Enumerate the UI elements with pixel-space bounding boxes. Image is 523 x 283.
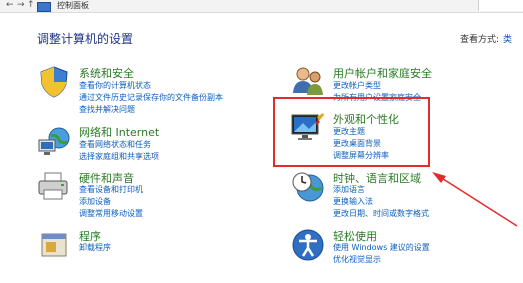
forward-arrow-icon[interactable]: → <box>17 0 25 11</box>
category-title[interactable]: 程序 <box>79 228 101 244</box>
category-title[interactable]: 系统和安全 <box>79 65 134 81</box>
view-by: 查看方式: 类 <box>460 32 512 45</box>
category-link[interactable]: 查找并解决问题 <box>79 105 135 115</box>
users-icon[interactable] <box>291 65 325 99</box>
address-bar: ← → ↑ 控制面板 <box>0 0 523 13</box>
programs-icon[interactable] <box>37 228 71 262</box>
category-link[interactable]: 优化视觉显示 <box>333 255 381 265</box>
view-by-label: 查看方式: <box>460 35 500 45</box>
category-link[interactable]: 添加设备 <box>79 197 111 207</box>
category-link[interactable]: 查看设备和打印机 <box>79 185 143 195</box>
category-link[interactable]: 调整常用移动设置 <box>79 209 143 219</box>
category-link[interactable]: 更改帐户类型 <box>333 81 381 91</box>
shield-icon[interactable] <box>37 65 71 99</box>
category-link[interactable]: 查看网络状态和任务 <box>79 140 151 150</box>
category-link[interactable]: 使用 Windows 建议的设置 <box>333 243 430 253</box>
up-arrow-icon[interactable]: ↑ <box>27 0 35 11</box>
breadcrumb[interactable]: 控制面板 <box>57 0 89 11</box>
search-box[interactable] <box>478 0 523 11</box>
clock-globe-icon[interactable] <box>291 170 325 204</box>
category-title[interactable]: 时钟、语言和区域 <box>333 170 421 186</box>
page-title: 调整计算机的设置 <box>37 32 134 46</box>
view-by-value[interactable]: 类 <box>503 35 512 45</box>
globe-network-icon[interactable] <box>37 124 71 158</box>
category-title[interactable]: 用户帐户和家庭安全 <box>333 65 432 81</box>
annotation-highlight-box <box>273 97 430 167</box>
category-title[interactable]: 硬件和声音 <box>79 170 134 186</box>
back-arrow-icon[interactable]: ← <box>6 0 14 11</box>
category-title[interactable]: 轻松使用 <box>333 228 377 244</box>
category-link[interactable]: 卸载程序 <box>79 243 111 253</box>
category-link[interactable]: 选择家庭组和共享选项 <box>79 152 159 162</box>
control-panel-icon <box>37 2 51 12</box>
category-link[interactable]: 添加语言 <box>333 185 365 195</box>
ease-of-access-icon[interactable] <box>291 228 325 262</box>
printer-icon[interactable] <box>37 170 71 204</box>
category-link[interactable]: 更换输入法 <box>333 197 373 207</box>
category-link[interactable]: 通过文件历史记录保存你的文件备份副本 <box>79 93 223 103</box>
category-title[interactable]: 网络和 Internet <box>79 124 159 140</box>
category-link[interactable]: 更改日期、时间或数字格式 <box>333 209 429 219</box>
category-link[interactable]: 查看你的计算机状态 <box>79 81 151 91</box>
